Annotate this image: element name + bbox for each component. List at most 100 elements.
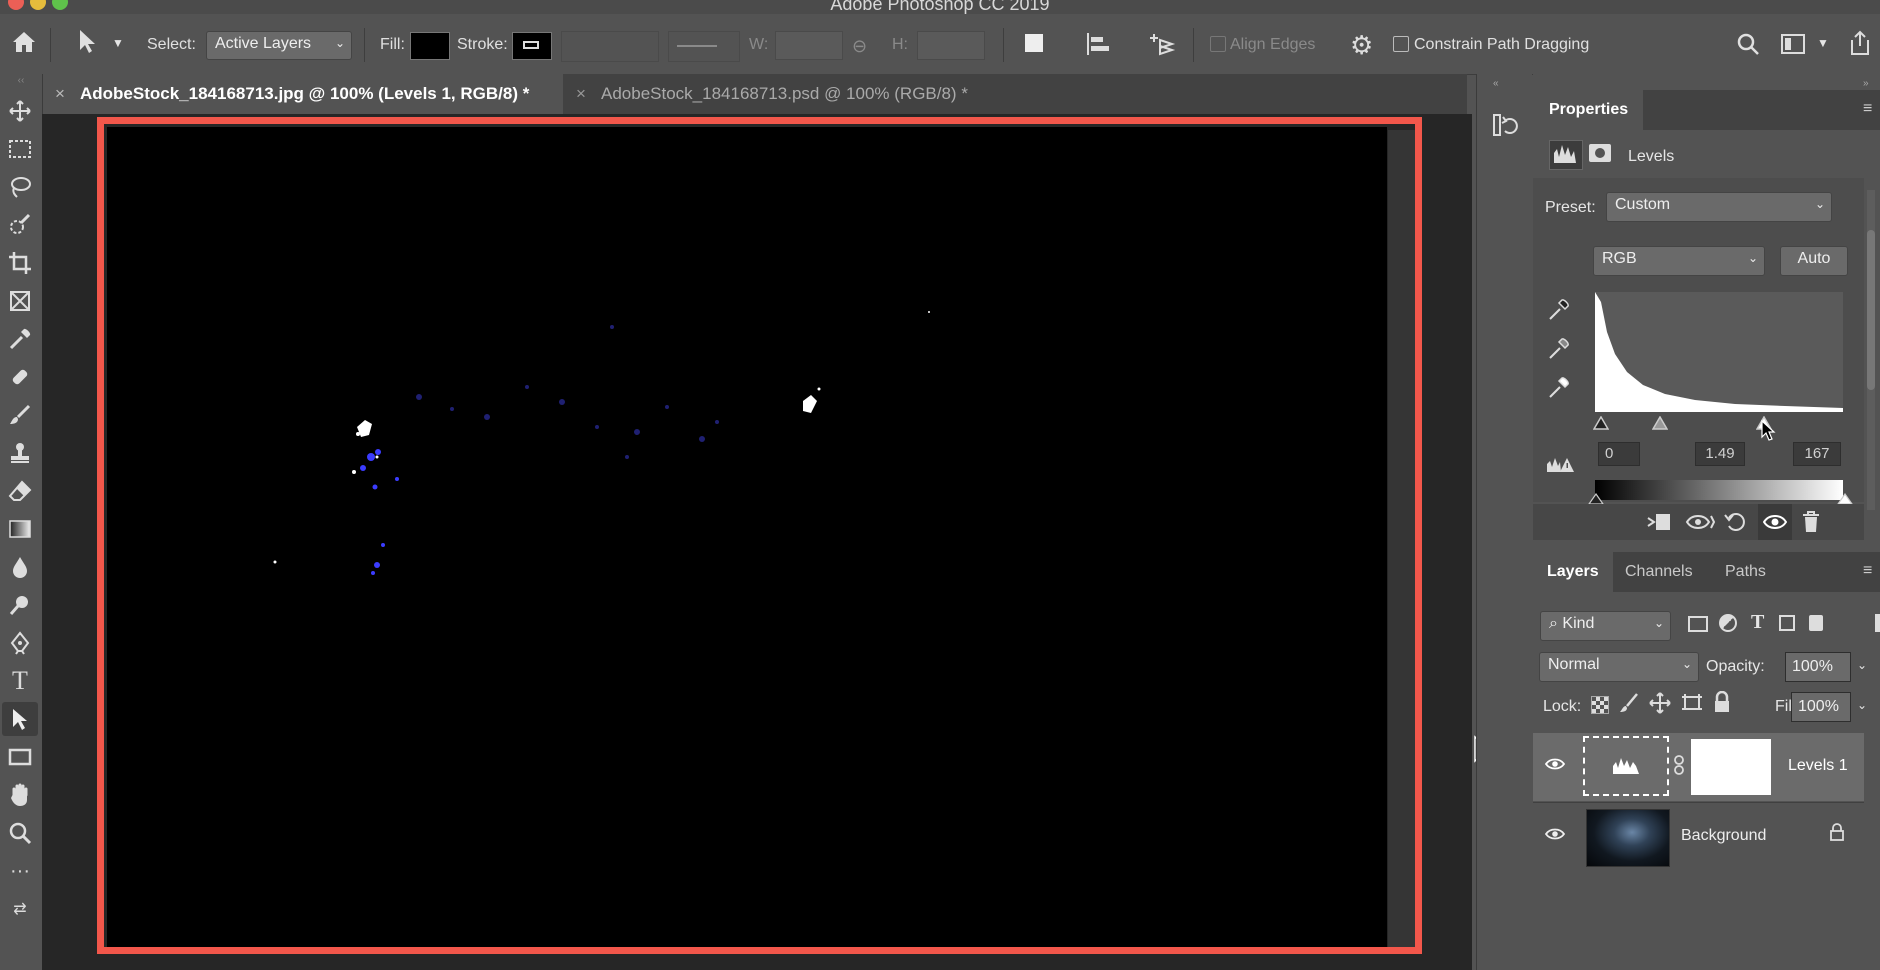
swap-colors-icon[interactable]: ⇄ — [2, 892, 38, 926]
zoom-icon[interactable] — [2, 816, 38, 850]
chevron-down-icon[interactable]: ▼ — [112, 36, 124, 50]
frame-icon[interactable] — [2, 284, 38, 318]
workspace-icon[interactable] — [1781, 34, 1805, 54]
stroke-type-dropdown[interactable] — [668, 31, 740, 62]
input-gamma-field[interactable]: 1.49 — [1695, 442, 1745, 466]
eraser-icon[interactable] — [2, 474, 38, 508]
expand-panels-icon[interactable]: » — [1863, 78, 1869, 89]
input-white-field[interactable]: 167 — [1793, 442, 1841, 466]
layer-name: Background — [1681, 827, 1767, 844]
healing-brush-icon[interactable] — [2, 360, 38, 394]
clone-stamp-icon[interactable] — [2, 436, 38, 470]
marquee-icon[interactable] — [2, 132, 38, 166]
height-field[interactable] — [917, 31, 985, 60]
quick-selection-icon[interactable] — [2, 208, 38, 242]
trash-icon[interactable] — [1801, 510, 1821, 538]
layer-mask-icon[interactable] — [1589, 144, 1611, 162]
eyedropper-icon[interactable] — [2, 322, 38, 356]
lock-artboard-icon[interactable] — [1681, 693, 1703, 717]
toggle-visibility-icon[interactable] — [1758, 504, 1792, 540]
type-icon[interactable]: T — [2, 664, 38, 698]
reset-adjustment-icon[interactable] — [1723, 510, 1747, 538]
opacity-field[interactable]: 100% — [1785, 652, 1851, 682]
lock-position-icon[interactable] — [1649, 692, 1671, 718]
tab-properties[interactable]: Properties — [1533, 90, 1643, 130]
tab-channels[interactable]: Channels — [1625, 563, 1693, 581]
panel-menu-icon[interactable]: ≡ — [1863, 100, 1872, 118]
pen-icon[interactable] — [2, 626, 38, 660]
layer-link-icon[interactable] — [1673, 755, 1685, 779]
input-black-field[interactable]: 0 — [1598, 442, 1640, 466]
fill-swatch[interactable] — [410, 32, 450, 60]
eye-icon[interactable] — [1544, 827, 1566, 845]
tab-paths[interactable]: Paths — [1725, 563, 1766, 581]
layers-scrollbar[interactable] — [1867, 614, 1875, 914]
close-tab-icon[interactable]: × — [576, 74, 586, 114]
stroke-swatch[interactable] — [512, 32, 552, 60]
dodge-icon[interactable] — [2, 588, 38, 622]
type-layer-filter-icon[interactable]: T — [1751, 611, 1764, 634]
white-point-eyedropper-icon[interactable] — [1547, 374, 1571, 404]
fill-opacity-field[interactable]: 100% — [1791, 692, 1851, 722]
lock-transparent-pixels-icon[interactable] — [1591, 696, 1609, 714]
tab-layers[interactable]: Layers — [1533, 552, 1613, 592]
chevron-down-icon[interactable]: ▼ — [1817, 36, 1829, 50]
path-operations-icon[interactable] — [1025, 34, 1043, 52]
rectangle-icon[interactable] — [2, 740, 38, 774]
lock-all-icon[interactable] — [1713, 690, 1731, 717]
auto-button-label: Auto — [1797, 250, 1831, 267]
close-tab-icon[interactable]: × — [55, 74, 65, 114]
lock-image-pixels-icon[interactable] — [1619, 692, 1639, 718]
home-icon[interactable] — [10, 28, 38, 60]
align-edges-checkbox[interactable] — [1210, 36, 1226, 52]
preset-dropdown[interactable]: Custom ⌄ — [1606, 192, 1832, 222]
shape-layer-filter-icon[interactable] — [1779, 615, 1795, 631]
channel-dropdown[interactable]: RGB ⌄ — [1593, 246, 1765, 276]
constrain-path-checkbox[interactable] — [1393, 36, 1409, 52]
layer-row-levels-1[interactable]: Levels 1 — [1533, 733, 1864, 801]
chevron-down-icon[interactable]: ⌄ — [1857, 698, 1867, 712]
black-point-eyedropper-icon[interactable] — [1547, 296, 1571, 326]
path-selection-icon[interactable] — [2, 702, 38, 736]
black-input-slider[interactable] — [1592, 415, 1610, 434]
path-arrangement-icon[interactable] — [1148, 30, 1176, 62]
panel-menu-icon[interactable]: ≡ — [1863, 562, 1872, 580]
auto-button[interactable]: Auto — [1780, 246, 1848, 276]
tab-document-jpg[interactable]: × AdobeStock_184168713.jpg @ 100% (Level… — [47, 74, 563, 114]
hand-icon[interactable] — [2, 778, 38, 812]
move-icon[interactable] — [2, 94, 38, 128]
select-dropdown[interactable]: Active Layers ⌄ — [206, 31, 352, 60]
eye-icon[interactable] — [1544, 757, 1566, 775]
adjustment-layer-filter-icon[interactable] — [1719, 614, 1737, 632]
crop-icon[interactable] — [2, 246, 38, 280]
chevron-down-icon[interactable]: ⌄ — [1857, 658, 1867, 672]
search-icon[interactable] — [1736, 32, 1760, 60]
path-alignment-icon[interactable] — [1085, 32, 1111, 60]
blur-icon[interactable] — [2, 550, 38, 584]
collapse-panels-icon[interactable]: « — [1493, 78, 1499, 89]
link-icon[interactable]: ⊖ — [852, 36, 867, 57]
properties-scrollbar[interactable] — [1867, 190, 1875, 510]
view-previous-state-icon[interactable] — [1685, 510, 1716, 538]
brush-icon[interactable] — [2, 398, 38, 432]
clip-to-layer-icon[interactable] — [1646, 510, 1674, 538]
history-panel-icon[interactable] — [1487, 108, 1521, 142]
path-selection-tool-icon[interactable] — [76, 28, 98, 58]
clipping-warning-icon[interactable] — [1545, 454, 1575, 480]
width-field[interactable] — [775, 31, 843, 60]
lasso-icon[interactable] — [2, 170, 38, 204]
blend-mode-dropdown[interactable]: Normal ⌄ — [1539, 652, 1699, 682]
pixel-layer-filter-icon[interactable] — [1688, 616, 1708, 632]
tab-document-psd[interactable]: × AdobeStock_184168713.psd @ 100% (RGB/8… — [570, 74, 1010, 114]
gradient-icon[interactable] — [2, 512, 38, 546]
share-icon[interactable] — [1848, 30, 1872, 60]
gamma-input-slider[interactable] — [1651, 415, 1669, 434]
layer-filter-dropdown[interactable]: ⌕ Kind ⌄ — [1540, 611, 1671, 641]
more-tools-icon[interactable]: ··· — [2, 854, 38, 888]
gray-point-eyedropper-icon[interactable] — [1547, 335, 1571, 365]
layer-mask-thumbnail[interactable] — [1691, 739, 1771, 795]
stroke-width-field[interactable] — [561, 31, 659, 62]
smart-object-filter-icon[interactable] — [1809, 615, 1823, 631]
layer-row-background[interactable]: Background — [1533, 803, 1864, 871]
gear-icon[interactable]: ⚙ — [1350, 30, 1373, 61]
